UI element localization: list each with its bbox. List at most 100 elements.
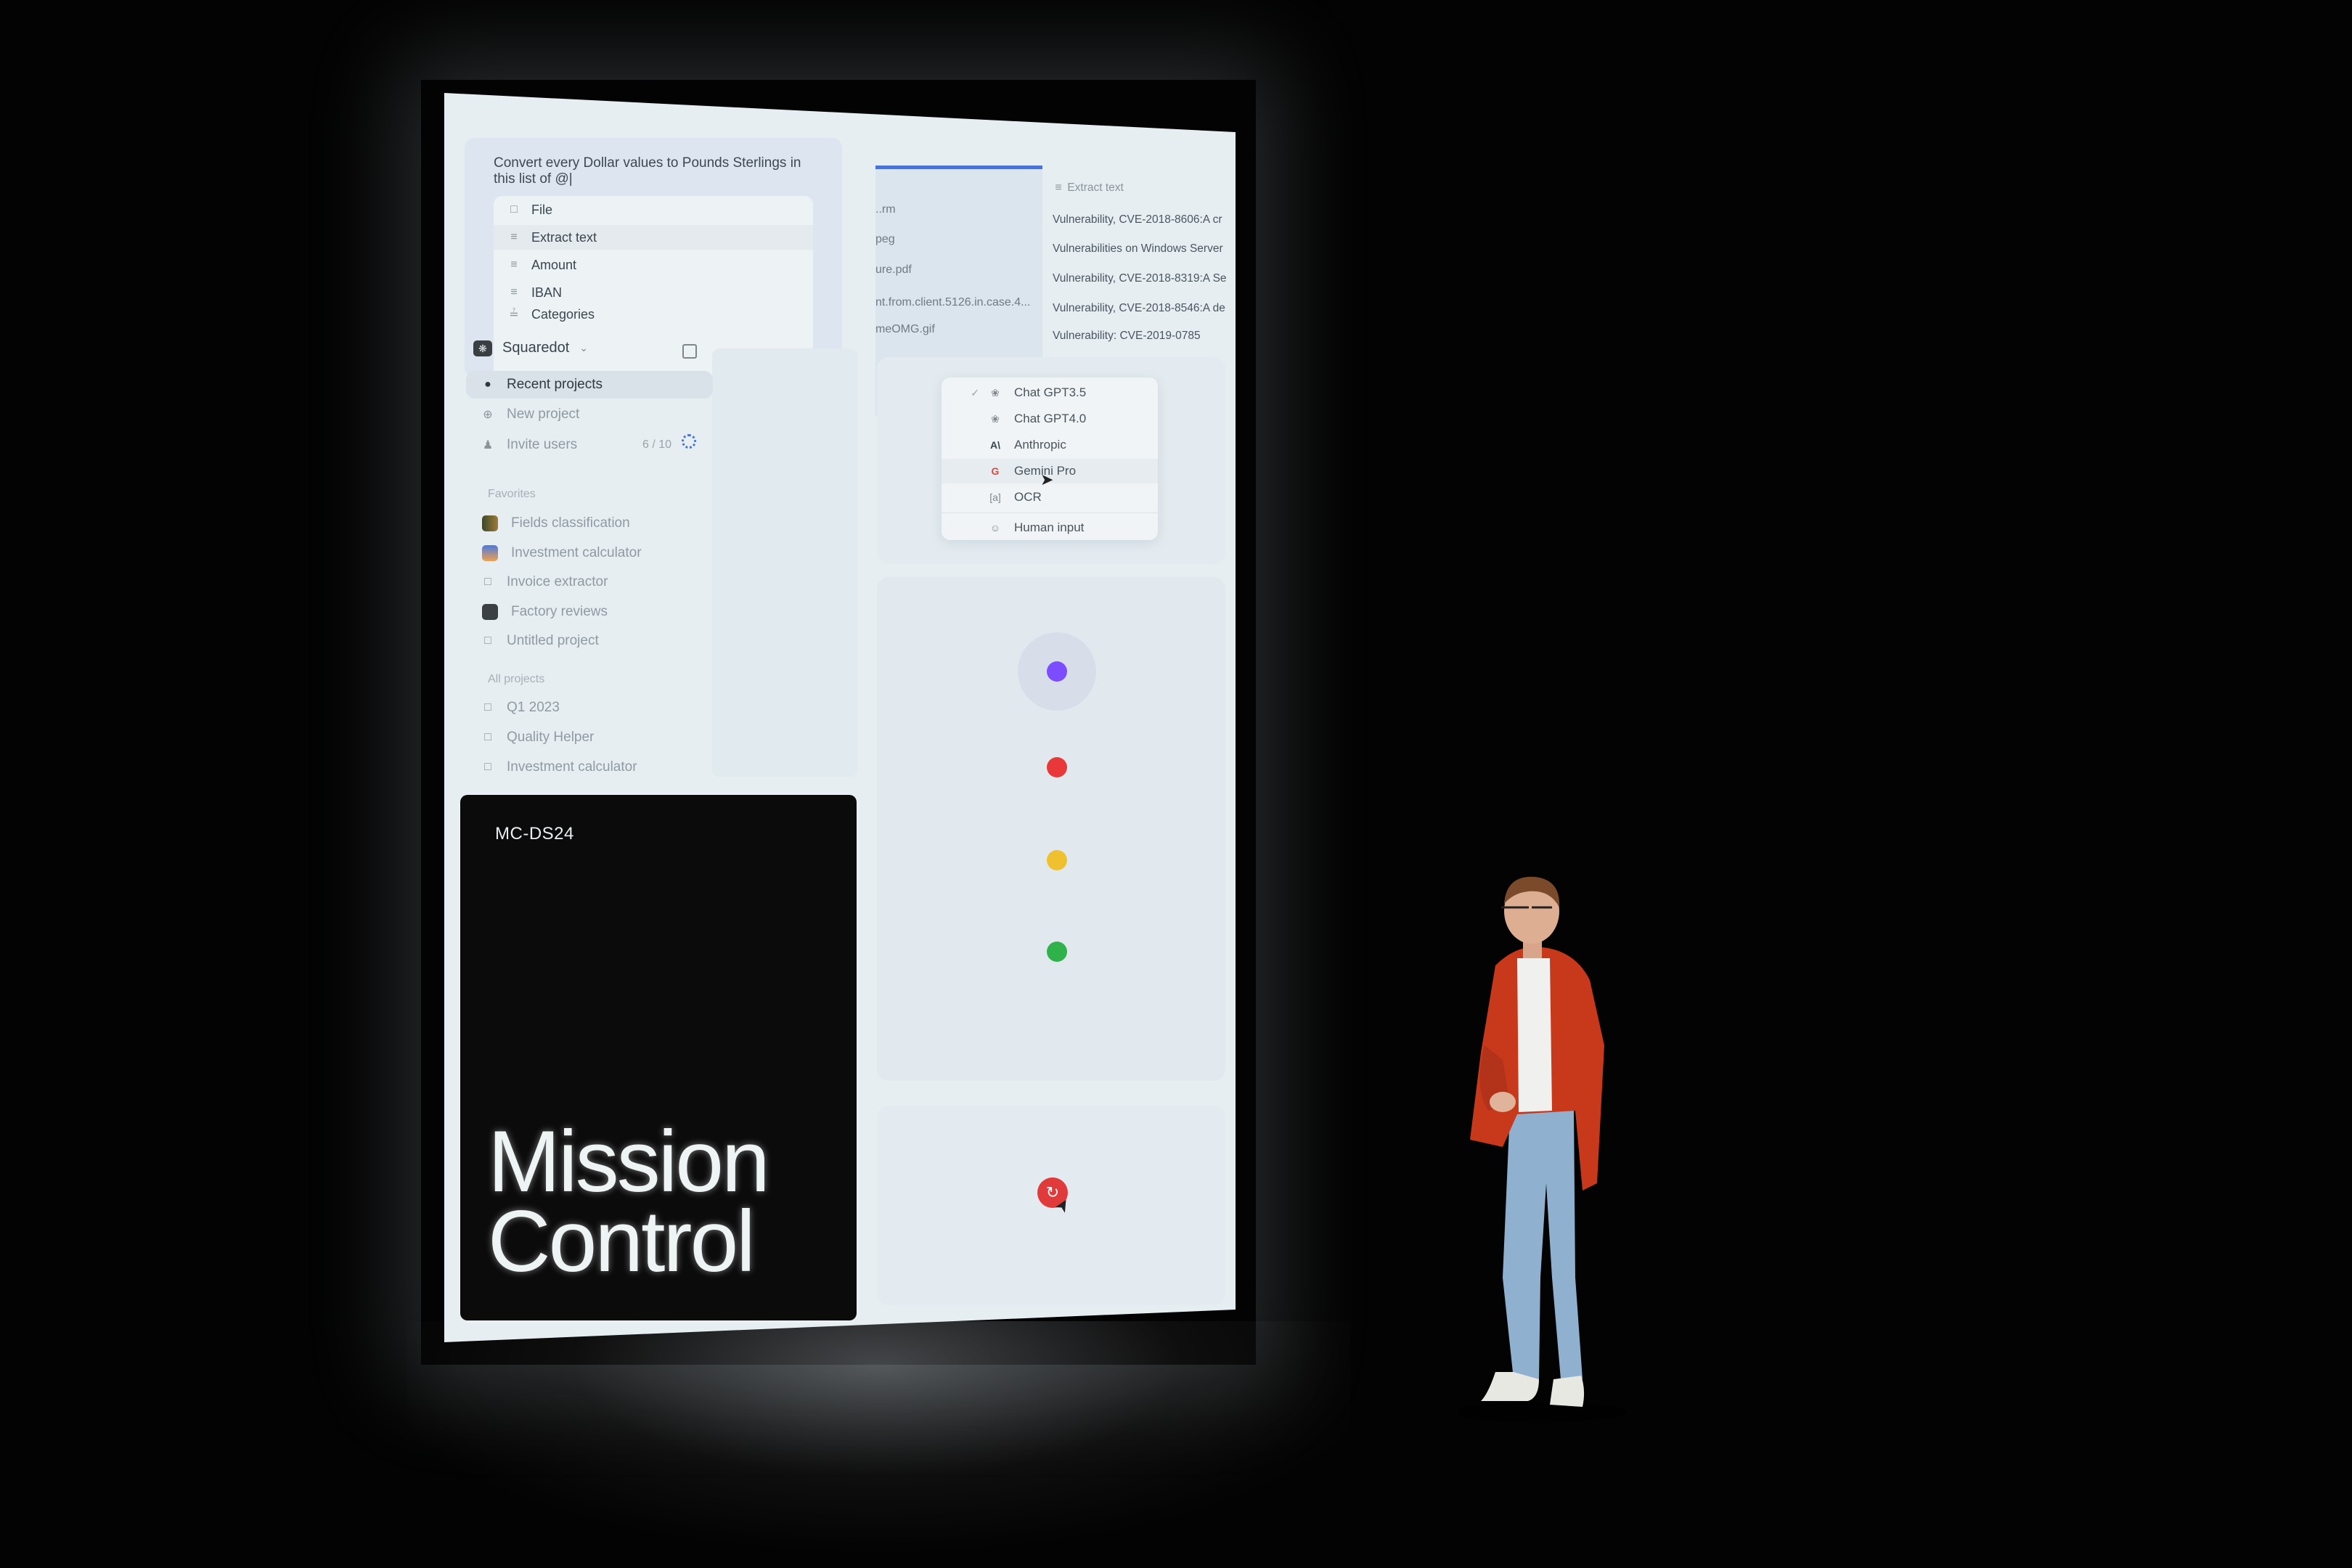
model-dropdown: ✓ ❀ Chat GPT3.5 ❀ Chat GPT4.0 A\ Anthropic G… xyxy=(942,377,1158,540)
sidebar-item-favorite[interactable]: Factory reviews xyxy=(460,598,722,626)
google-icon: G xyxy=(991,465,1000,477)
status-dot-red[interactable] xyxy=(1047,757,1067,777)
file-row[interactable]: meOMG.gif xyxy=(875,323,935,336)
collapse-sidebar-icon[interactable] xyxy=(682,344,697,359)
text-lines-icon: ≡ xyxy=(510,258,518,271)
status-dot-green[interactable] xyxy=(1047,942,1067,962)
model-label: Anthropic xyxy=(1014,438,1066,452)
model-option-chatgpt40[interactable]: ❀ Chat GPT4.0 xyxy=(942,407,1158,431)
mention-label: Amount xyxy=(531,257,577,272)
sidebar-item-favorite[interactable]: Fields classification xyxy=(460,510,722,537)
sidebar-item-project[interactable]: □ Investment calculator xyxy=(460,754,722,781)
anthropic-icon: A\ xyxy=(990,439,1000,451)
check-icon: ✓ xyxy=(971,386,979,399)
sidebar-item-label: New project xyxy=(507,407,580,422)
file-icon: □ xyxy=(510,203,518,216)
prompt-input[interactable]: Convert every Dollar values to Pounds St… xyxy=(494,155,813,187)
invite-count: 6 / 10 xyxy=(642,438,672,451)
sidebar-item-label: Factory reviews xyxy=(511,604,608,619)
mention-label: File xyxy=(531,202,553,217)
extract-cell: Vulnerabilities on Windows Server xyxy=(1053,242,1223,255)
text-lines-icon: ≡ xyxy=(1055,181,1062,194)
model-label: Chat GPT4.0 xyxy=(1014,412,1087,425)
file-icon: □ xyxy=(484,731,491,743)
sidebar-item-project[interactable]: □ Quality Helper xyxy=(460,724,722,751)
sidebar-item-label: Invoice extractor xyxy=(507,574,608,589)
mention-item[interactable]: ≟ Categories xyxy=(508,306,595,322)
right-shoe xyxy=(1550,1376,1585,1407)
progress-bar xyxy=(875,166,1042,169)
mention-label: Extract text xyxy=(531,229,597,245)
card-code: MC-DS24 xyxy=(495,824,574,844)
project-thumbnail-icon xyxy=(482,545,498,561)
file-icon: □ xyxy=(484,701,491,714)
status-dot-purple[interactable] xyxy=(1047,661,1067,682)
user-circle-icon: ☺ xyxy=(989,522,1001,534)
ocr-icon: [a] xyxy=(989,491,1001,503)
hands xyxy=(1490,1092,1516,1112)
project-thumbnail-icon xyxy=(482,515,498,531)
loading-spinner-icon xyxy=(682,434,696,449)
extract-cell: Vulnerability, CVE-2018-8606:A cr xyxy=(1053,213,1222,226)
model-option-anthropic[interactable]: A\ Anthropic xyxy=(942,433,1158,457)
file-icon: □ xyxy=(484,576,491,588)
sidebar-item-label: Invite users xyxy=(507,437,578,452)
sidebar-item-favorite[interactable]: □ Invoice extractor xyxy=(460,568,722,596)
file-row[interactable]: ure.pdf xyxy=(875,264,912,277)
mention-label: Categories xyxy=(531,306,595,322)
mention-item[interactable]: □ File xyxy=(508,197,552,222)
project-thumbnail-icon xyxy=(482,604,498,620)
card-title: Mission Control xyxy=(488,1118,770,1285)
presenter xyxy=(1459,876,1626,1422)
file-row[interactable]: ..rm xyxy=(875,203,896,216)
workspace-switcher[interactable]: ❋ Squaredot ⌄ xyxy=(473,340,588,356)
mouse-cursor-icon: ➤ xyxy=(1040,470,1054,489)
openai-icon: ❀ xyxy=(991,386,1000,399)
list-icon: ≟ xyxy=(509,309,519,321)
file-icon: □ xyxy=(484,634,491,647)
file-row[interactable]: peg xyxy=(875,233,895,246)
all-projects-heading: All projects xyxy=(488,673,545,685)
text-lines-icon: ≡ xyxy=(510,286,518,298)
mention-item[interactable]: ≡ Amount xyxy=(508,253,576,277)
extract-header-label: Extract text xyxy=(1067,181,1124,194)
chevron-down-icon: ⌄ xyxy=(579,342,589,354)
workspace-name: Squaredot xyxy=(502,340,570,356)
favorites-heading: Favorites xyxy=(488,488,536,500)
projected-screen: Convert every Dollar values to Pounds St… xyxy=(444,93,1236,1342)
plus-circle-icon: ⊕ xyxy=(483,409,493,421)
sidebar-item-label: Untitled project xyxy=(507,633,599,648)
squaredot-logo-icon: ❋ xyxy=(473,340,492,356)
card-title-line: Control xyxy=(488,1193,756,1290)
file-icon: □ xyxy=(484,761,491,773)
extract-header: ≡ Extract text xyxy=(1053,181,1124,195)
presenter-shadow xyxy=(1459,1402,1626,1422)
openai-icon: ❀ xyxy=(991,412,1000,425)
mention-item[interactable]: ≡ Extract text xyxy=(494,225,813,250)
user-plus-icon: ♟ xyxy=(482,439,494,452)
model-label: OCR xyxy=(1014,490,1042,504)
sidebar-item-favorite[interactable]: □ Untitled project xyxy=(460,627,722,655)
model-option-human-input[interactable]: ☺ Human input xyxy=(942,515,1158,540)
sidebar-item-new-project[interactable]: ⊕ New project xyxy=(460,401,722,428)
extract-cell: Vulnerability: CVE-2019-0785 xyxy=(1053,330,1201,342)
mention-item[interactable]: ≡ IBAN xyxy=(508,280,562,305)
sidebar-item-label: Recent projects xyxy=(507,377,603,392)
sidebar-item-label: Fields classification xyxy=(511,515,630,531)
mission-control-card: MC-DS24 Mission Control xyxy=(460,795,857,1320)
extract-cell: Vulnerability, CVE-2018-8319:A Se xyxy=(1053,272,1227,285)
sidebar-item-label: Investment calculator xyxy=(511,545,642,560)
sidebar-item-favorite[interactable]: Investment calculator xyxy=(460,539,722,567)
status-dot-yellow[interactable] xyxy=(1047,850,1067,870)
model-option-chatgpt35[interactable]: ✓ ❀ Chat GPT3.5 xyxy=(942,380,1158,405)
text-lines-icon: ≡ xyxy=(510,231,518,243)
model-label: Human input xyxy=(1014,520,1085,534)
sidebar-item-label: Investment calculator xyxy=(507,759,637,775)
sidebar-item-recent-projects[interactable]: ● Recent projects xyxy=(466,371,713,399)
jeans xyxy=(1503,1111,1583,1379)
sidebar-item-label: Q1 2023 xyxy=(507,700,560,715)
sidebar-item-project[interactable]: □ Q1 2023 xyxy=(460,694,722,722)
sidebar-item-label: Quality Helper xyxy=(507,730,595,745)
mention-label: IBAN xyxy=(531,285,563,300)
file-row[interactable]: nt.from.client.5126.in.case.4... xyxy=(875,296,1030,309)
